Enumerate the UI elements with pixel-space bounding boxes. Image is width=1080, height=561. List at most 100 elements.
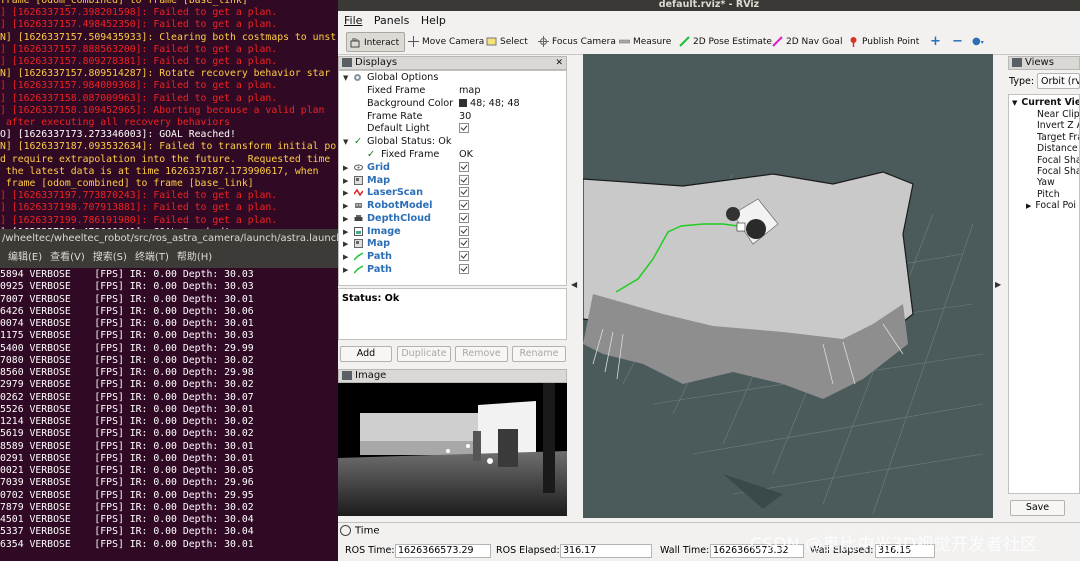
save-button[interactable]: Save (1010, 500, 1065, 516)
collapse-left-arrow[interactable]: ◀ (571, 280, 577, 289)
fixed-frame-row[interactable]: Fixed Frame map (343, 85, 565, 98)
terminal-menu-item[interactable]: 编辑(E) (8, 252, 42, 263)
expand-arrow-icon[interactable]: ▶ (343, 213, 348, 226)
terminal-menu-item[interactable]: 查看(V) (50, 252, 85, 263)
display-item-row[interactable]: ▶ Path (343, 250, 565, 264)
expand-arrow-icon[interactable]: ▶ (343, 162, 348, 175)
view-property-label: Focal Poi (1035, 200, 1076, 212)
view-property[interactable]: Focal Sha (1037, 166, 1079, 177)
view-property[interactable]: Invert Z A (1037, 120, 1079, 131)
global-status-label: Global Status: Ok (367, 136, 452, 147)
expand-arrow-icon[interactable]: ▶ (1026, 202, 1031, 210)
duplicate-button[interactable]: Duplicate (397, 346, 451, 362)
display-item-checkbox[interactable] (459, 225, 469, 239)
ok-check-icon: ✓ (367, 149, 376, 160)
terminal-navigation-log[interactable]: frame [odom_combined] to frame [base_lin… (0, 0, 338, 229)
nav-goal-tool[interactable]: 2D Nav Goal (772, 32, 842, 52)
display-item-row[interactable]: ▶ Map (343, 238, 565, 251)
expand-arrow-icon[interactable]: ▼ (343, 136, 348, 149)
display-item-row[interactable]: ▶ RobotModel (343, 200, 565, 213)
terminal-menu-item[interactable]: 终端(T) (135, 252, 169, 263)
move-camera-tool[interactable]: Move Camera (408, 32, 484, 52)
global-status-row[interactable]: ▼ ✓ Global Status: Ok (343, 136, 565, 149)
select-tool[interactable]: Select (486, 32, 528, 52)
display-item-row[interactable]: ▶ DepthCloud (343, 212, 565, 226)
pose-estimate-tool[interactable]: 2D Pose Estimate (679, 32, 772, 52)
display-item-checkbox[interactable] (459, 162, 469, 175)
publish-point-tool[interactable]: Publish Point (848, 32, 919, 52)
view-property[interactable]: Yaw (1037, 177, 1055, 188)
terminal-line: 0291 VERBOSE [FPS] IR: 0.00 Depth: 30.01 (0, 452, 254, 464)
rename-button[interactable]: Rename (512, 346, 566, 362)
ros-elapsed-label: ROS Elapsed: (496, 545, 560, 556)
close-icon[interactable]: ✕ (555, 57, 563, 69)
display-item-checkbox[interactable] (459, 200, 469, 213)
default-light-row[interactable]: Default Light (343, 123, 565, 136)
fixed-frame-status-row[interactable]: ✓ Fixed Frame OK (343, 149, 565, 162)
display-item-row[interactable]: ▶ LaserScan (343, 187, 565, 200)
focus-crosshair-icon (538, 35, 549, 47)
view-property[interactable]: Focal Sha (1037, 155, 1079, 166)
menu-panels[interactable]: Panels (374, 11, 409, 30)
ros-elapsed-field[interactable]: 316.17 (560, 544, 652, 558)
display-item-label: LaserScan (367, 187, 423, 199)
current-view-row[interactable]: ▼ Current Vie (1012, 97, 1079, 108)
terminal-menu-item[interactable]: 搜索(S) (93, 252, 127, 263)
default-light-checkbox[interactable] (459, 123, 469, 136)
expand-arrow-icon[interactable]: ▶ (343, 175, 348, 188)
depth-image-view[interactable] (338, 383, 567, 516)
select-box-icon (486, 35, 497, 46)
background-color-value[interactable]: 48; 48; 48 (459, 98, 520, 111)
background-color-text: 48; 48; 48 (470, 98, 520, 109)
expand-arrow-icon[interactable]: ▶ (343, 251, 348, 264)
displays-tree[interactable]: ▼ Global Options Fixed Frame map Backgro… (338, 70, 567, 286)
global-options-row[interactable]: ▼ Global Options (343, 72, 565, 85)
background-color-row[interactable]: Background Color 48; 48; 48 (343, 98, 565, 111)
add-button[interactable]: Add (340, 346, 392, 362)
terminal-menu-item[interactable]: 帮助(H) (177, 252, 212, 263)
remove-button[interactable]: Remove (455, 346, 508, 362)
expand-arrow-icon[interactable]: ▶ (343, 187, 348, 200)
display-item-row[interactable]: ▶ Path (343, 263, 565, 277)
display-item-checkbox[interactable] (459, 174, 469, 188)
3d-viewport[interactable] (583, 54, 993, 518)
view-type-select[interactable]: Orbit (rv (1037, 73, 1080, 89)
focus-camera-tool[interactable]: Focus Camera (538, 32, 616, 52)
views-tree[interactable]: ▼ Current Vie Near Clip Invert Z A Target Fr… (1008, 94, 1080, 494)
view-property[interactable]: Target Fra (1037, 132, 1079, 143)
fixed-frame-label: Fixed Frame (367, 85, 426, 96)
expand-arrow-icon[interactable]: ▼ (343, 72, 348, 85)
tool-menu-button[interactable]: ●▾ (972, 32, 984, 52)
display-item-row[interactable]: ▶ Grid (343, 162, 565, 175)
remove-tool-button[interactable]: − (952, 32, 963, 52)
expand-arrow-icon[interactable]: ▶ (343, 238, 348, 251)
terminal-camera-log[interactable]: /wheeltec/wheeltec_robot/src/ros_astra_c… (0, 229, 338, 561)
view-property[interactable]: Distance (1037, 143, 1078, 154)
display-item-checkbox[interactable] (459, 187, 469, 200)
add-tool-button[interactable]: + (930, 32, 941, 52)
display-item-row[interactable]: ▶ Image (343, 225, 565, 239)
view-property[interactable]: Near Clip (1037, 109, 1079, 120)
frame-rate-value[interactable]: 30 (459, 111, 471, 124)
interact-tool[interactable]: Interact (346, 32, 405, 52)
ros-time-field[interactable]: 1626366573.29 (395, 544, 491, 558)
display-item-checkbox[interactable] (459, 250, 469, 264)
image-icon (342, 371, 352, 380)
display-item-checkbox[interactable] (459, 263, 469, 277)
expand-arrow-icon[interactable]: ▶ (343, 226, 348, 239)
display-item-checkbox[interactable] (459, 238, 469, 251)
view-property[interactable]: ▶ Focal Poi (1026, 200, 1076, 211)
view-property[interactable]: Pitch (1037, 189, 1060, 200)
expand-arrow-icon[interactable]: ▶ (343, 200, 348, 213)
expand-arrow-icon[interactable]: ▼ (1012, 99, 1017, 107)
map-render (583, 54, 993, 518)
display-item-checkbox[interactable] (459, 212, 469, 226)
frame-rate-row[interactable]: Frame Rate 30 (343, 111, 565, 124)
display-item-row[interactable]: ▶ Map (343, 174, 565, 188)
measure-tool[interactable]: Measure (618, 32, 671, 52)
menu-file[interactable]: File (344, 11, 362, 30)
fixed-frame-value[interactable]: map (459, 85, 481, 98)
menu-help[interactable]: Help (421, 11, 446, 30)
expand-arrow-icon[interactable]: ▶ (343, 264, 348, 277)
collapse-right-arrow[interactable]: ▶ (995, 280, 1001, 289)
